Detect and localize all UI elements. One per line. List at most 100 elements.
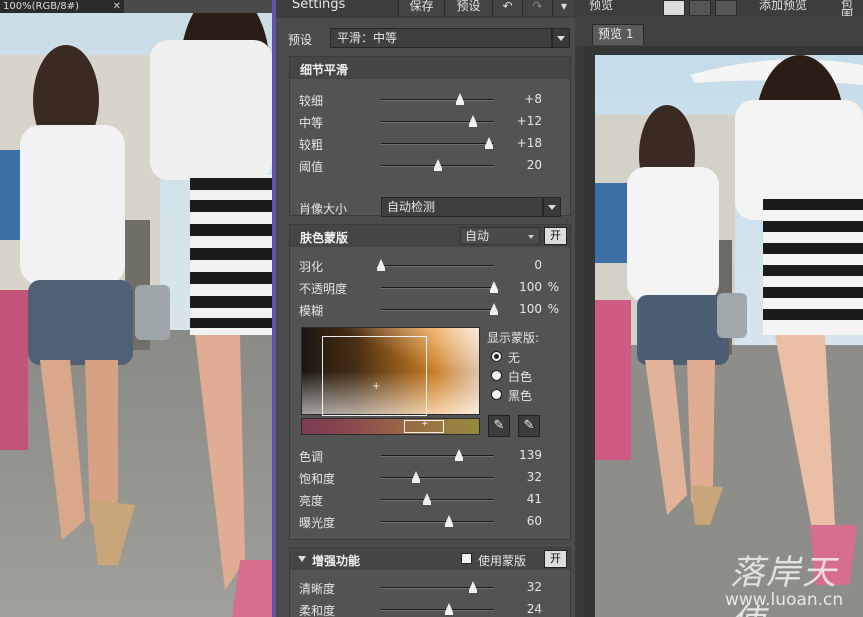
radio-selected-icon: [491, 351, 502, 362]
add-preview-button[interactable]: 添加预览: [759, 0, 807, 16]
preset-button[interactable]: 预设: [444, 0, 492, 16]
slider-row: 清晰度 32: [290, 578, 572, 596]
panel-title: Settings: [292, 0, 346, 12]
face-size-label: 肖像大小: [299, 202, 348, 216]
slider-thumb[interactable]: [377, 259, 385, 271]
slider-thumb[interactable]: [490, 281, 498, 293]
slider-value: 32: [526, 470, 542, 484]
skin-mask-title: 肤色蒙版: [300, 231, 349, 245]
slider-track[interactable]: [381, 143, 494, 145]
slider-row: 较细 +8: [290, 90, 572, 108]
slider-track[interactable]: [381, 99, 494, 101]
tab-preview-1[interactable]: 预览 1: [592, 24, 644, 45]
skin-color-picker[interactable]: +: [301, 327, 480, 416]
use-mask-checkbox[interactable]: [461, 553, 472, 564]
slider-thumb[interactable]: [468, 115, 477, 127]
hue-range-bar[interactable]: +: [301, 418, 480, 435]
redo-icon[interactable]: ↷: [522, 0, 552, 16]
slider-value: 60: [526, 514, 542, 528]
document-tabbar: [124, 0, 272, 13]
slider-track[interactable]: [381, 499, 494, 501]
skin-mask-section: 肤色蒙版 自动 开 羽化 0 不透明度 100% 模糊 100% + + 显示蒙版: 无 …: [289, 224, 571, 540]
slider-track[interactable]: [381, 609, 494, 611]
slider-label: 曝光度: [299, 516, 336, 530]
panel-toolbar: Settings 保存 预设 ↶ ↷ ▾: [276, 0, 575, 18]
enhance-title: 增强功能: [312, 554, 361, 568]
slider-value: 100: [519, 302, 542, 316]
face-size-dropdown-icon[interactable]: [543, 197, 561, 217]
radio-label: 白色: [508, 370, 533, 384]
radio-mask-none[interactable]: 无: [491, 349, 571, 365]
slider-value: 24: [526, 602, 542, 616]
slider-value: +8: [524, 92, 542, 106]
preview-photo: 落岸天使 www.luoan.cn: [595, 55, 863, 617]
slider-value: 41: [526, 492, 542, 506]
slider-thumb[interactable]: [485, 137, 494, 149]
radio-mask-black[interactable]: 黑色: [491, 387, 571, 403]
split-vertical-icon[interactable]: [715, 0, 737, 16]
eyedropper-plus-icon[interactable]: ✎: [518, 415, 540, 437]
slider-row: 较粗 +18: [290, 134, 572, 152]
skin-mask-mode-select[interactable]: 自动: [460, 227, 540, 245]
slider-row: 羽化 0: [290, 256, 572, 274]
preview-toolbar: 预览 添加预览 包围: [575, 0, 863, 21]
document-tab[interactable]: 100%(RGB/8#) ✕: [0, 0, 124, 13]
slider-track[interactable]: [381, 455, 494, 457]
slider-track[interactable]: [381, 309, 494, 311]
slider-thumb[interactable]: [468, 581, 477, 593]
slider-track[interactable]: [381, 587, 494, 589]
skin-color-selection[interactable]: [322, 336, 427, 416]
slider-track[interactable]: [381, 477, 494, 479]
skin-mask-on-button[interactable]: 开: [544, 227, 567, 245]
enhance-section: 增强功能 使用蒙版 开 清晰度 32 柔和度 24: [289, 547, 571, 617]
slider-thumb[interactable]: [444, 603, 453, 615]
single-view-icon[interactable]: [663, 0, 685, 16]
slider-thumb[interactable]: [412, 471, 421, 483]
slider-track[interactable]: [381, 521, 494, 523]
collapse-triangle-icon[interactable]: [298, 556, 306, 562]
preset-row: 预设 平滑：中等: [284, 27, 572, 49]
slider-value: 139: [519, 448, 542, 462]
pack-button[interactable]: 包围: [841, 0, 863, 21]
menu-chevron-down-icon[interactable]: ▾: [552, 0, 575, 16]
slider-label: 阈值: [299, 160, 324, 174]
slider-track[interactable]: [381, 265, 494, 267]
face-size-select[interactable]: 自动检测: [381, 197, 543, 217]
slider-row: 不透明度 100%: [290, 278, 572, 296]
save-button[interactable]: 保存: [398, 0, 444, 16]
radio-icon: [491, 389, 502, 400]
photo-scene-left: [0, 0, 272, 617]
slider-thumb[interactable]: [433, 159, 442, 171]
show-mask-label: 显示蒙版:: [487, 331, 540, 345]
slider-thumb[interactable]: [454, 449, 463, 461]
preview-label: 预览: [589, 0, 614, 12]
slider-thumb[interactable]: [423, 493, 432, 505]
detail-smoothing-section: 细节平滑 较细 +8 中等 +12 较粗 +18 阈值 20 肖像大小 自动检测: [289, 56, 572, 217]
slider-track[interactable]: [381, 287, 494, 289]
slider-thumb[interactable]: [490, 303, 498, 315]
slider-row: 中等 +12: [290, 112, 572, 130]
slider-label: 中等: [299, 116, 324, 130]
radio-icon: [491, 370, 502, 381]
slider-track[interactable]: [381, 121, 494, 123]
radio-label: 无: [508, 351, 521, 365]
split-horizontal-icon[interactable]: [689, 0, 711, 16]
slider-value: 32: [526, 580, 542, 594]
radio-mask-white[interactable]: 白色: [491, 368, 571, 384]
preset-select[interactable]: 平滑：中等: [330, 28, 552, 48]
original-photo: [0, 0, 272, 617]
eyedropper-icon[interactable]: ✎: [488, 415, 510, 437]
slider-thumb[interactable]: [456, 93, 465, 105]
detail-smoothing-title: 细节平滑: [300, 63, 349, 77]
crosshair-icon: +: [421, 419, 429, 429]
preset-dropdown-icon[interactable]: [552, 28, 570, 48]
close-icon[interactable]: ✕: [113, 0, 121, 13]
slider-label: 饱和度: [299, 472, 336, 486]
undo-icon[interactable]: ↶: [492, 0, 522, 16]
enhance-on-button[interactable]: 开: [544, 550, 567, 568]
radio-label: 黑色: [508, 389, 533, 403]
slider-thumb[interactable]: [444, 515, 453, 527]
detail-smoothing-header: 细节平滑: [290, 57, 570, 79]
slider-value: +12: [516, 114, 542, 128]
skin-mask-header: 肤色蒙版 自动 开: [290, 225, 570, 247]
